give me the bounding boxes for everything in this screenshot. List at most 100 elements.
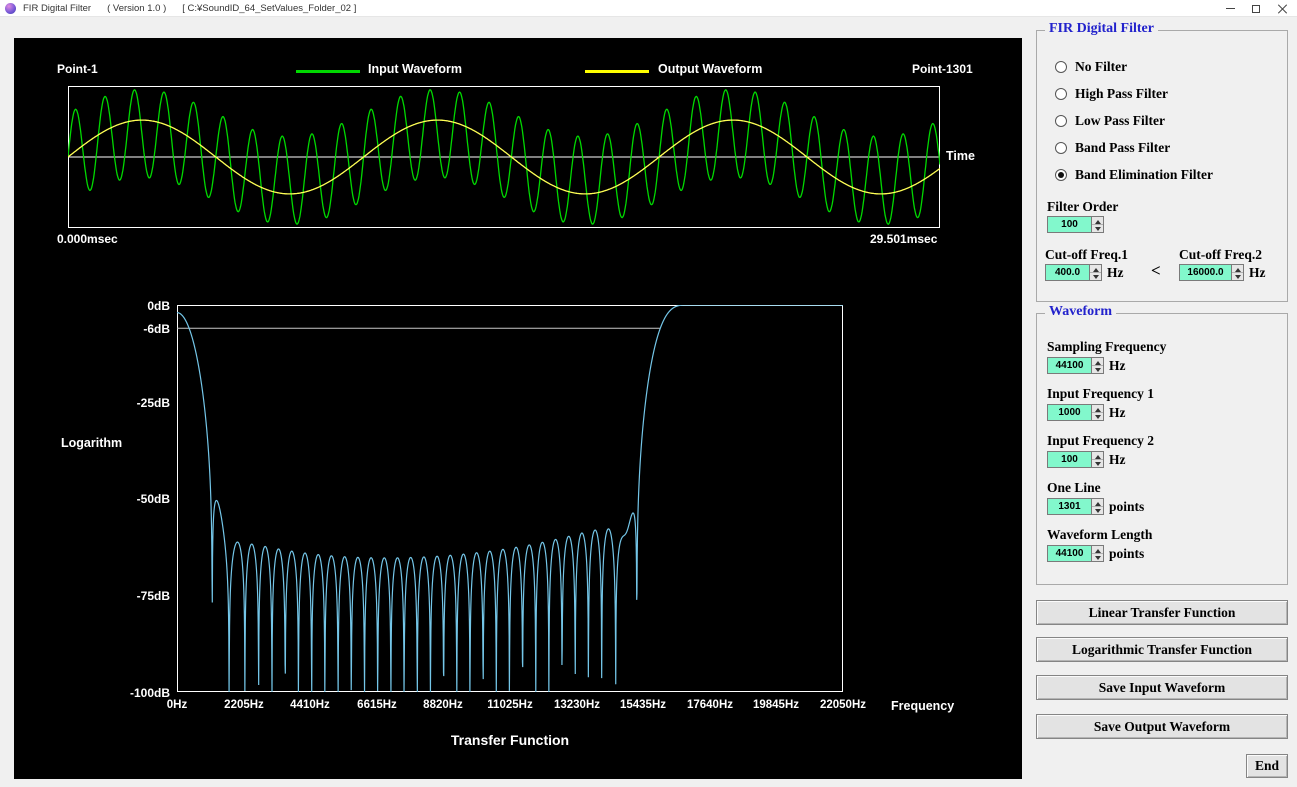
waveform-groupbox: Waveform Sampling Frequency 44100 Hz Inp… <box>1036 304 1288 585</box>
spin-up-icon[interactable] <box>1090 265 1101 273</box>
spin-down-icon[interactable] <box>1092 413 1103 420</box>
time-end-label: 29.501msec <box>870 232 938 246</box>
cutoff1-spinner[interactable]: 400.0 <box>1045 264 1102 281</box>
input-frequency1-spinner[interactable]: 1000 <box>1047 404 1104 421</box>
radio-circle[interactable] <box>1055 142 1067 154</box>
one-line-label: One Line <box>1047 480 1101 495</box>
spin-up-icon[interactable] <box>1092 217 1103 225</box>
spinner-arrows <box>1091 216 1104 233</box>
cutoff1-unit: Hz <box>1107 264 1124 280</box>
xtick-15435hz: 15435Hz <box>619 699 667 711</box>
sampling-frequency-spinner[interactable]: 44100 <box>1047 357 1104 374</box>
fir-filter-group-title: FIR Digital Filter <box>1045 21 1158 37</box>
spin-down-icon[interactable] <box>1090 273 1101 280</box>
filter-order-row: 100 <box>1047 216 1104 233</box>
radio-label: Band Pass Filter <box>1075 140 1171 155</box>
spin-down-icon[interactable] <box>1232 273 1243 280</box>
input-frequency2-spinner[interactable]: 100 <box>1047 451 1104 468</box>
radio-circle[interactable] <box>1055 169 1067 181</box>
time-waveform-chart <box>68 86 940 228</box>
output-waveform-legend-label: Output Waveform <box>658 62 763 76</box>
xtick-19845hz: 19845Hz <box>752 699 800 711</box>
sampling-frequency-row: 44100 Hz <box>1047 357 1126 374</box>
spin-up-icon[interactable] <box>1092 452 1103 460</box>
plot-screen: Point-1 Input Waveform Output Waveform P… <box>14 38 1022 779</box>
ytick-minus6db: -6dB <box>143 322 170 336</box>
radio-band-pass[interactable]: Band Pass Filter <box>1055 140 1170 156</box>
cutoff2-spinner[interactable]: 16000.0 <box>1179 264 1244 281</box>
ytick-minus75db: -75dB <box>136 589 170 603</box>
end-button[interactable]: End <box>1246 754 1288 778</box>
one-line-row: 1301 points <box>1047 498 1144 515</box>
one-line-unit: points <box>1109 498 1145 514</box>
window-controls <box>1217 0 1295 17</box>
waveform-length-row: 44100 points <box>1047 545 1144 562</box>
radio-circle[interactable] <box>1055 88 1067 100</box>
input-frequency2-row: 100 Hz <box>1047 451 1126 468</box>
xtick-2205hz: 2205Hz <box>224 699 264 711</box>
time-start-label: 0.000msec <box>57 232 118 246</box>
titlebar: FIR Digital Filter ( Version 1.0 ) [ C:¥So… <box>0 0 1297 17</box>
maximize-button[interactable] <box>1243 0 1269 17</box>
transfer-function-curve <box>177 305 843 692</box>
spin-up-icon[interactable] <box>1092 405 1103 413</box>
waveform-length-value[interactable]: 44100 <box>1047 545 1091 562</box>
spin-down-icon[interactable] <box>1092 225 1103 232</box>
sampling-frequency-value[interactable]: 44100 <box>1047 357 1091 374</box>
waveform-length-label: Waveform Length <box>1047 527 1153 542</box>
spin-up-icon[interactable] <box>1092 546 1103 554</box>
spinner-arrows <box>1231 264 1244 281</box>
ytick-0db: 0dB <box>147 299 170 313</box>
cutoff2-unit: Hz <box>1249 264 1266 280</box>
radio-no-filter[interactable]: No Filter <box>1055 59 1127 75</box>
cutoff1-value[interactable]: 400.0 <box>1045 264 1089 281</box>
radio-band-elimination[interactable]: Band Elimination Filter <box>1055 167 1213 183</box>
one-line-spinner[interactable]: 1301 <box>1047 498 1104 515</box>
radio-circle[interactable] <box>1055 61 1067 73</box>
radio-circle[interactable] <box>1055 115 1067 127</box>
save-output-waveform-button[interactable]: Save Output Waveform <box>1036 714 1288 739</box>
filter-order-spinner[interactable]: 100 <box>1047 216 1104 233</box>
x-axis-label: Frequency <box>891 699 955 713</box>
close-button[interactable] <box>1269 0 1295 17</box>
radio-label: Low Pass Filter <box>1075 113 1165 128</box>
spin-up-icon[interactable] <box>1092 499 1103 507</box>
spinner-arrows <box>1091 498 1104 515</box>
radio-low-pass[interactable]: Low Pass Filter <box>1055 113 1165 129</box>
spin-down-icon[interactable] <box>1092 366 1103 373</box>
spin-up-icon[interactable] <box>1092 358 1103 366</box>
filter-order-value[interactable]: 100 <box>1047 216 1091 233</box>
input-frequency1-row: 1000 Hz <box>1047 404 1126 421</box>
cutoff2-value[interactable]: 16000.0 <box>1179 264 1231 281</box>
input-frequency2-label: Input Frequency 2 <box>1047 433 1155 448</box>
spinner-arrows <box>1089 264 1102 281</box>
xtick-4410hz: 4410Hz <box>290 699 330 711</box>
maximize-icon <box>1252 4 1260 13</box>
save-input-waveform-button[interactable]: Save Input Waveform <box>1036 675 1288 700</box>
waveform-group-title: Waveform <box>1045 304 1116 320</box>
logarithmic-transfer-function-button[interactable]: Logarithmic Transfer Function <box>1036 637 1288 662</box>
ytick-minus50db: -50dB <box>136 492 170 506</box>
spin-down-icon[interactable] <box>1092 554 1103 561</box>
spin-down-icon[interactable] <box>1092 507 1103 514</box>
linear-transfer-function-button[interactable]: Linear Transfer Function <box>1036 600 1288 625</box>
waveform-length-spinner[interactable]: 44100 <box>1047 545 1104 562</box>
input-frequency2-unit: Hz <box>1109 451 1126 467</box>
one-line-value[interactable]: 1301 <box>1047 498 1091 515</box>
input-frequency2-value[interactable]: 100 <box>1047 451 1091 468</box>
fir-filter-groupbox: FIR Digital Filter No Filter High Pass F… <box>1036 21 1288 302</box>
output-waveform-legend-swatch <box>585 70 649 73</box>
spin-up-icon[interactable] <box>1232 265 1243 273</box>
sampling-frequency-unit: Hz <box>1109 357 1126 373</box>
waveform-start-point-label: Point-1 <box>57 62 98 76</box>
xtick-17640hz: 17640Hz <box>686 699 734 711</box>
minimize-button[interactable] <box>1217 0 1243 17</box>
spinner-arrows <box>1091 404 1104 421</box>
spin-down-icon[interactable] <box>1092 460 1103 467</box>
input-frequency1-value[interactable]: 1000 <box>1047 404 1091 421</box>
cutoff1-label: Cut-off Freq.1 <box>1045 247 1128 262</box>
radio-high-pass[interactable]: High Pass Filter <box>1055 86 1168 102</box>
waveform-end-point-label: Point-1301 <box>912 62 973 76</box>
window-title: FIR Digital Filter ( Version 1.0 ) [ C:¥So… <box>23 3 372 14</box>
minimize-icon <box>1225 8 1235 9</box>
